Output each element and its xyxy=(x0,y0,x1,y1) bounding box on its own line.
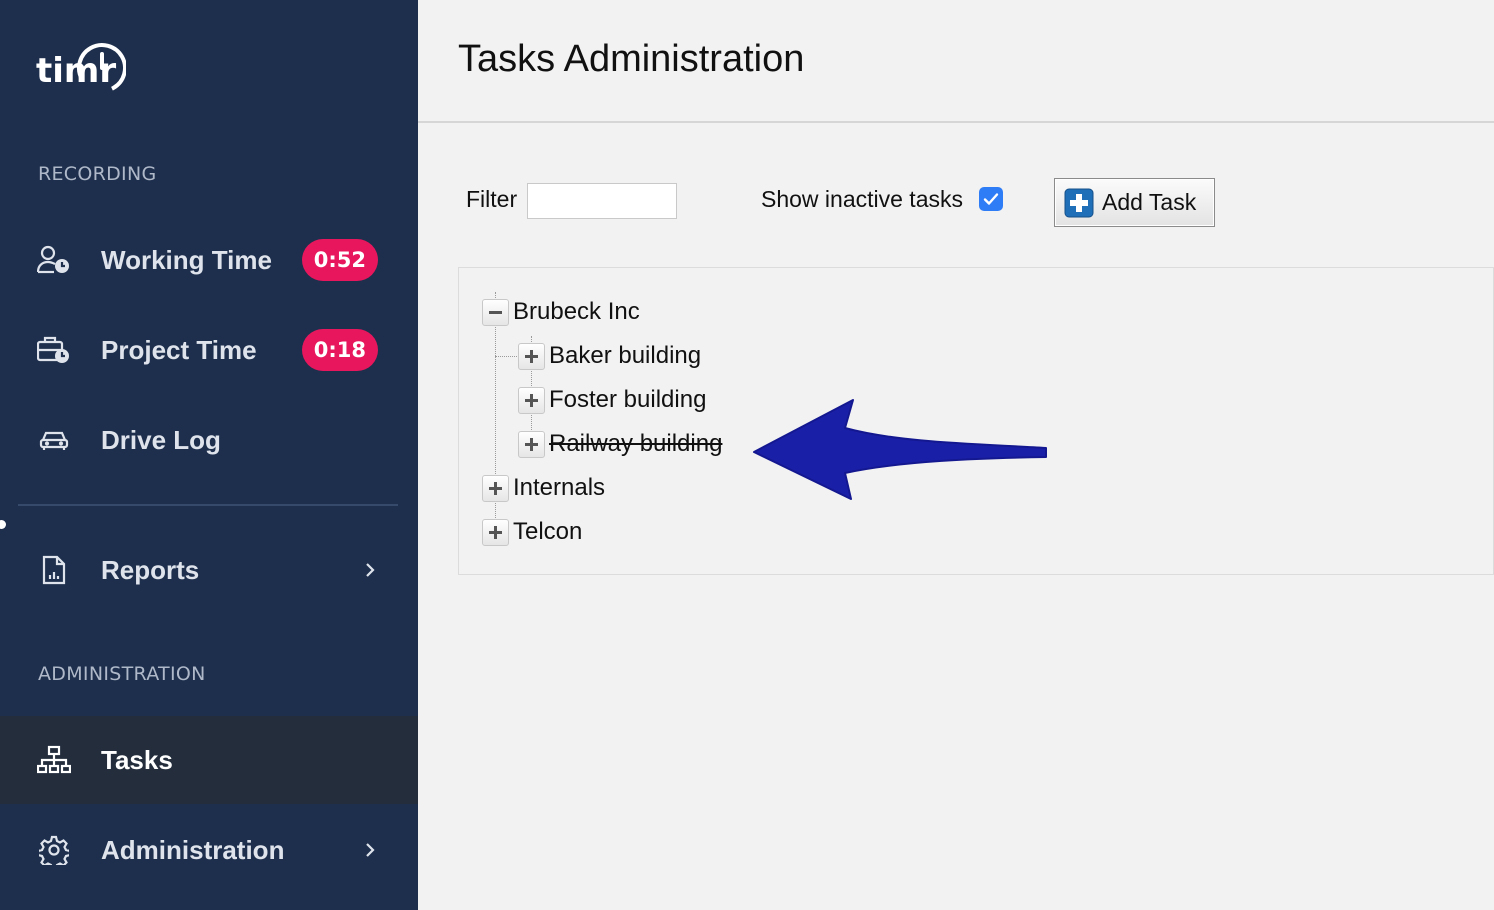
sidebar-item-label: Reports xyxy=(101,554,200,585)
chevron-right-icon xyxy=(366,563,375,577)
sidebar-item-label: Working Time xyxy=(101,244,272,275)
sidebar-item-administration[interactable]: Administration xyxy=(0,806,418,894)
working-time-badge: 0:52 xyxy=(301,239,378,281)
tree-node-telcon: Telcon xyxy=(482,517,582,547)
tree-node-label[interactable]: Foster building xyxy=(549,386,706,414)
gear-icon xyxy=(36,832,72,868)
sidebar-item-tasks[interactable]: Tasks xyxy=(0,716,418,804)
minus-icon xyxy=(489,310,502,314)
expand-toggle[interactable] xyxy=(482,518,509,546)
car-icon xyxy=(36,422,72,458)
expand-toggle[interactable] xyxy=(482,474,509,502)
sidebar-item-label: Drive Log xyxy=(101,424,221,455)
project-time-badge: 0:18 xyxy=(301,329,378,371)
tree-node-label[interactable]: Baker building xyxy=(549,342,701,370)
briefcase-clock-icon xyxy=(36,332,72,368)
logo-text: timr xyxy=(36,51,116,91)
sidebar: timr RECORDING Working Time 0:52 Project… xyxy=(0,0,418,910)
tree-node-brubeck: Brubeck Inc xyxy=(482,297,640,327)
tree-connector xyxy=(495,292,496,544)
expand-toggle[interactable] xyxy=(518,342,545,370)
section-label-recording: RECORDING xyxy=(38,163,157,185)
sidebar-item-label: Administration xyxy=(101,834,285,865)
plus-icon xyxy=(489,481,502,495)
add-task-label: Add Task xyxy=(1102,189,1197,215)
plus-icon xyxy=(525,437,538,451)
tree-node-label[interactable]: Telcon xyxy=(513,518,582,546)
tree-node-baker: Baker building xyxy=(518,341,701,371)
tree-node-foster: Foster building xyxy=(518,385,706,415)
sidebar-item-label: Project Time xyxy=(101,334,257,365)
sidebar-item-project-time[interactable]: Project Time 0:18 xyxy=(0,306,418,394)
plus-icon xyxy=(525,393,538,407)
page-header: Tasks Administration xyxy=(418,0,1494,123)
timr-logo[interactable]: timr xyxy=(36,40,126,96)
sidebar-item-reports[interactable]: Reports xyxy=(0,526,418,614)
sidebar-item-drive-log[interactable]: Drive Log xyxy=(0,396,418,484)
user-clock-icon xyxy=(36,242,72,278)
plus-icon xyxy=(1064,188,1094,217)
show-inactive-checkbox[interactable] xyxy=(979,187,1003,211)
show-inactive-label: Show inactive tasks xyxy=(761,186,963,212)
add-task-button[interactable]: Add Task xyxy=(1054,178,1215,227)
collapse-toggle[interactable] xyxy=(482,298,509,326)
section-label-administration: ADMINISTRATION xyxy=(38,663,206,685)
tree-node-label[interactable]: Railway building xyxy=(549,430,722,458)
hierarchy-icon xyxy=(36,742,72,778)
page-title: Tasks Administration xyxy=(458,38,805,80)
tree-node-label[interactable]: Internals xyxy=(513,474,605,502)
tree-node-label[interactable]: Brubeck Inc xyxy=(513,298,640,326)
plus-icon xyxy=(489,525,502,539)
sidebar-item-working-time[interactable]: Working Time 0:52 xyxy=(0,216,418,304)
tree-node-internals: Internals xyxy=(482,473,605,503)
tree-connector xyxy=(495,356,517,357)
plus-icon xyxy=(525,349,538,363)
sidebar-divider xyxy=(18,504,398,506)
expand-toggle[interactable] xyxy=(518,430,545,458)
checkmark-icon xyxy=(983,193,999,205)
sidebar-item-label: Tasks xyxy=(101,744,173,775)
expand-toggle[interactable] xyxy=(518,386,545,414)
filter-input[interactable] xyxy=(527,183,677,219)
chevron-right-icon xyxy=(366,843,375,857)
report-icon xyxy=(36,552,72,588)
tree-node-railway: Railway building xyxy=(518,429,722,459)
arrow-left-icon xyxy=(753,399,1047,500)
filter-label: Filter xyxy=(466,186,518,212)
